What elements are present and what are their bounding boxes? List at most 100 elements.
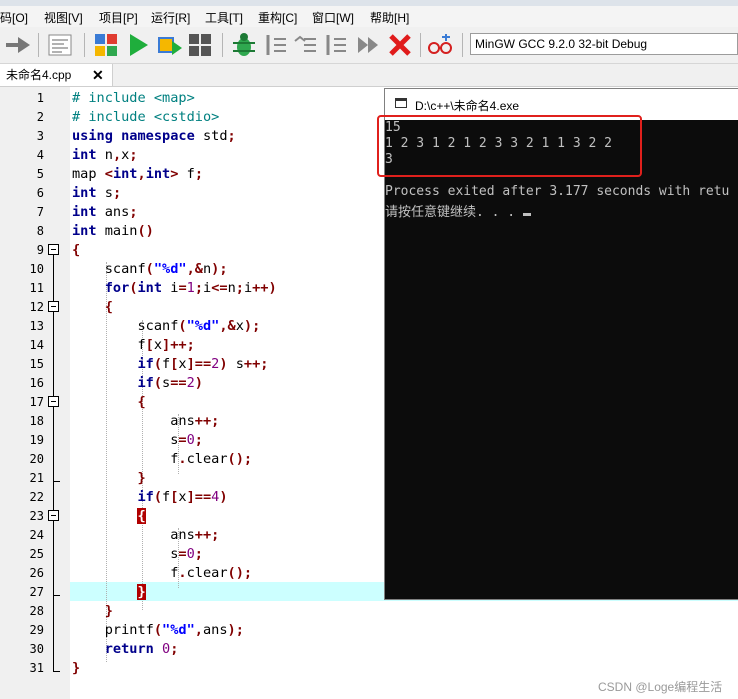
fold-line [53,255,54,301]
line-number: 9 [36,243,44,257]
menu-refactor[interactable]: 重构[C] [258,9,297,26]
menu-project[interactable]: 项目[P] [99,9,138,26]
code-line: s=0; [72,546,203,562]
tab-file-label: 未命名4.cpp [6,68,72,82]
line-number: 13 [29,319,44,333]
debug-bug-icon[interactable] [230,31,258,59]
code-line: { [72,242,81,258]
fold-end-line [54,671,60,672]
line-number: 23 [29,509,44,523]
line-number: 21 [29,471,44,485]
toolbar-separator [84,33,85,57]
line-number: 18 [29,414,44,428]
tab-file[interactable]: 未命名4.cpp ✕ [0,64,113,86]
code-line: if(f[x]==2) s++; [137,356,269,372]
code-line: scanf("%d",&x); [72,318,261,334]
toolbar-separator [420,33,421,57]
code-line: { [104,299,113,315]
code-line: { [137,394,146,410]
code-line: for(int i=1;i<=n;i++) [104,280,277,296]
line-number: 10 [29,262,44,276]
menu-tools[interactable]: 工具[T] [205,9,243,26]
code-line: # include <cstdio> [72,109,220,125]
compiler-select[interactable]: MinGW GCC 9.2.0 32-bit Debug [470,33,738,55]
console-line: 请按任意键继续. . . [385,201,531,220]
fold-end-line [54,481,60,482]
tab-close-icon[interactable]: ✕ [92,64,104,86]
line-number: 5 [36,167,44,181]
menu-help[interactable]: 帮助[H] [370,9,409,26]
format-code-icon[interactable] [46,31,74,59]
rebuild-all-icon[interactable] [186,31,214,59]
line-number: 19 [29,433,44,447]
line-number: 4 [36,148,44,162]
code-line: } [104,603,113,619]
console-cursor [522,213,531,216]
line-number: 15 [29,357,44,371]
console-line: Process exited after 3.177 seconds with … [385,184,730,199]
code-line: } [137,470,146,486]
line-number: 28 [29,604,44,618]
line-number: 2 [36,110,44,124]
menu-window[interactable]: 窗口[W] [312,9,354,26]
code-line: scanf("%d",&n); [72,261,228,277]
fold-toggle-icon[interactable] [48,510,59,521]
code-line: if(s==2) [137,375,203,391]
code-line: } [137,584,146,600]
console-title: D:\c++\未命名4.exe [415,99,520,113]
step-into-icon[interactable] [262,31,290,59]
forward-arrow-icon[interactable] [4,31,32,59]
code-line: int main() [72,223,154,239]
compile-run-icon[interactable] [156,31,184,59]
line-number: 27 [29,585,44,599]
code-line: int ans; [72,204,138,220]
fold-toggle-icon[interactable] [48,396,59,407]
code-line: printf("%d",ans); [72,622,244,638]
toolbar-separator [462,33,463,57]
line-number: 16 [29,376,44,390]
line-number: 31 [29,661,44,675]
fold-line [53,407,54,510]
menu-code[interactable]: 码[O] [0,9,28,26]
line-number-gutter: 1 2 3 4 5 6 7 8 9 10 11 12 13 14 15 16 1… [0,87,70,699]
line-number: 24 [29,528,44,542]
code-line: # include <map> [72,90,195,106]
fold-line [53,312,54,396]
code-line: ans++; [72,413,220,429]
compile-icon[interactable] [92,31,120,59]
line-number: 6 [36,186,44,200]
fold-toggle-icon[interactable] [48,301,59,312]
code-line: map <int,int> f; [72,166,203,182]
code-line: f.clear(); [72,565,253,581]
tab-bar: 未命名4.cpp ✕ [0,64,738,87]
menu-bar: 码[O] 视图[V] 项目[P] 运行[R] 工具[T] 重构[C] 窗口[W]… [0,6,738,27]
line-number: 25 [29,547,44,561]
line-number: 8 [36,224,44,238]
line-number: 3 [36,129,44,143]
line-number: 17 [29,395,44,409]
code-line: ans++; [72,527,220,543]
menu-view[interactable]: 视图[V] [44,9,83,26]
run-icon[interactable] [124,31,152,59]
line-number: 29 [29,623,44,637]
code-line: } [72,660,81,676]
stop-debug-icon[interactable] [386,31,414,59]
line-number: 14 [29,338,44,352]
continue-icon[interactable] [354,31,382,59]
step-over-icon[interactable] [292,31,320,59]
annotation-red-box [377,115,642,177]
step-out-icon[interactable] [322,31,350,59]
code-line: if(f[x]==4) [137,489,228,505]
code-line: using namespace std; [72,128,236,144]
line-number: 26 [29,566,44,580]
fold-line [53,594,54,672]
fold-toggle-icon[interactable] [48,244,59,255]
menu-run[interactable]: 运行[R] [151,9,190,26]
console-window-icon [395,98,407,108]
code-line: f[x]++; [72,337,195,353]
line-number: 22 [29,490,44,504]
profile-glasses-icon[interactable] [426,31,454,59]
fold-end-line [54,595,60,596]
code-line: { [137,508,146,524]
line-number: 12 [29,300,44,314]
